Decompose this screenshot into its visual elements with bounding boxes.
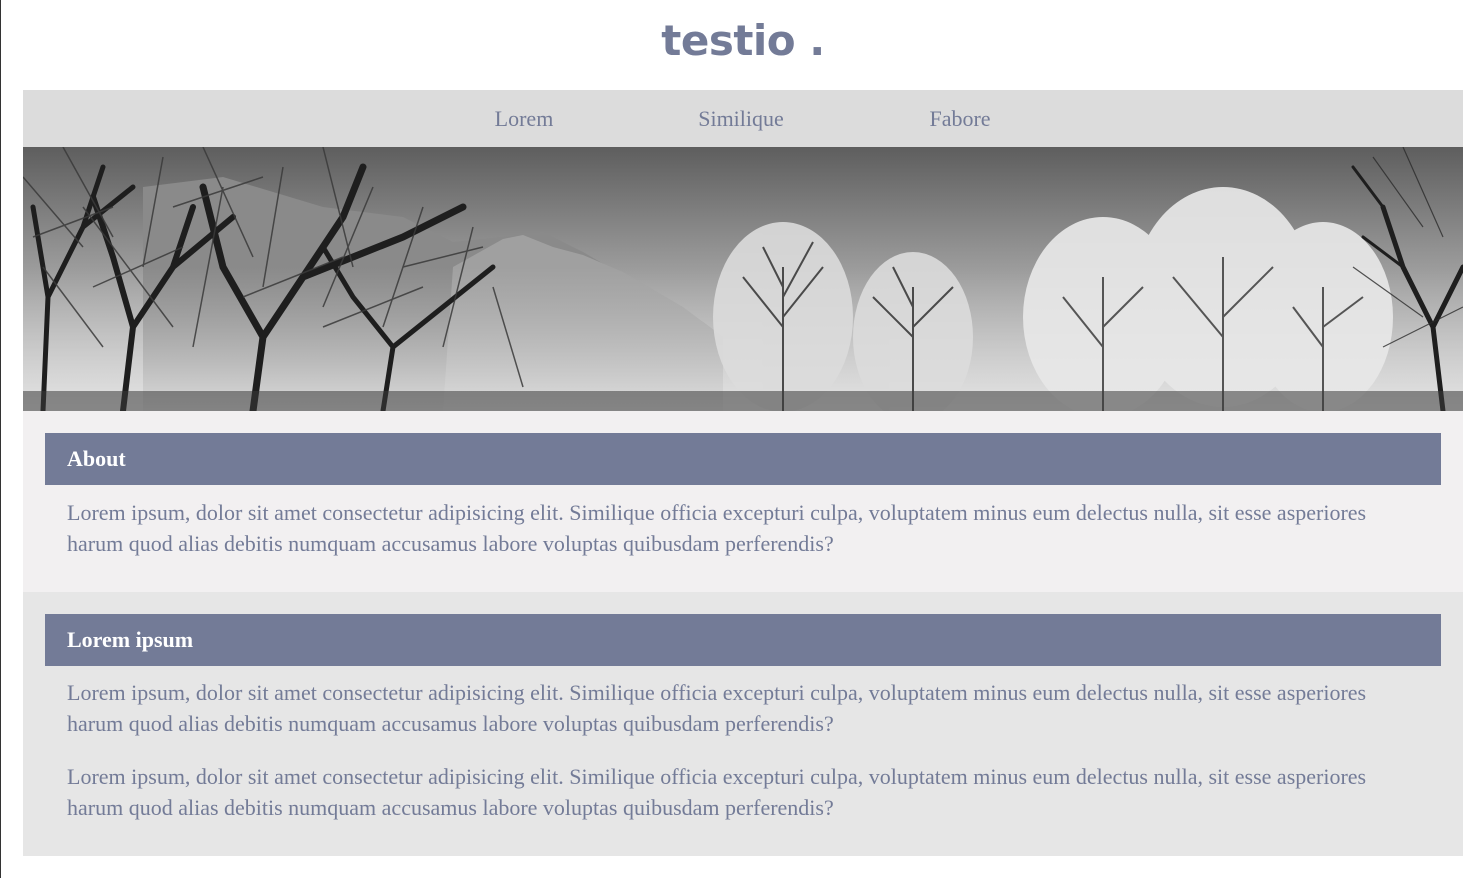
hero-image	[23, 147, 1463, 411]
about-section: About Lorem ipsum, dolor sit amet consec…	[23, 411, 1463, 592]
window-edge	[0, 0, 1, 878]
about-paragraph: Lorem ipsum, dolor sit amet consectetur …	[67, 500, 1367, 556]
main-nav: Lorem Similique Fabore	[23, 90, 1463, 147]
lorem-ipsum-heading: Lorem ipsum	[45, 614, 1441, 666]
site-logo[interactable]: testio .	[23, 12, 1463, 70]
nav-item-lorem[interactable]: Lorem	[434, 90, 614, 147]
lorem-ipsum-paragraph-2: Lorem ipsum, dolor sit amet consectetur …	[67, 764, 1367, 820]
lorem-ipsum-paragraph-1: Lorem ipsum, dolor sit amet consectetur …	[67, 680, 1367, 736]
winter-landscape-image	[23, 147, 1463, 411]
lorem-ipsum-section: Lorem ipsum Lorem ipsum, dolor sit amet …	[23, 592, 1463, 856]
about-heading: About	[45, 433, 1441, 485]
nav-item-fabore[interactable]: Fabore	[870, 90, 1050, 147]
nav-item-similique[interactable]: Similique	[651, 90, 831, 147]
